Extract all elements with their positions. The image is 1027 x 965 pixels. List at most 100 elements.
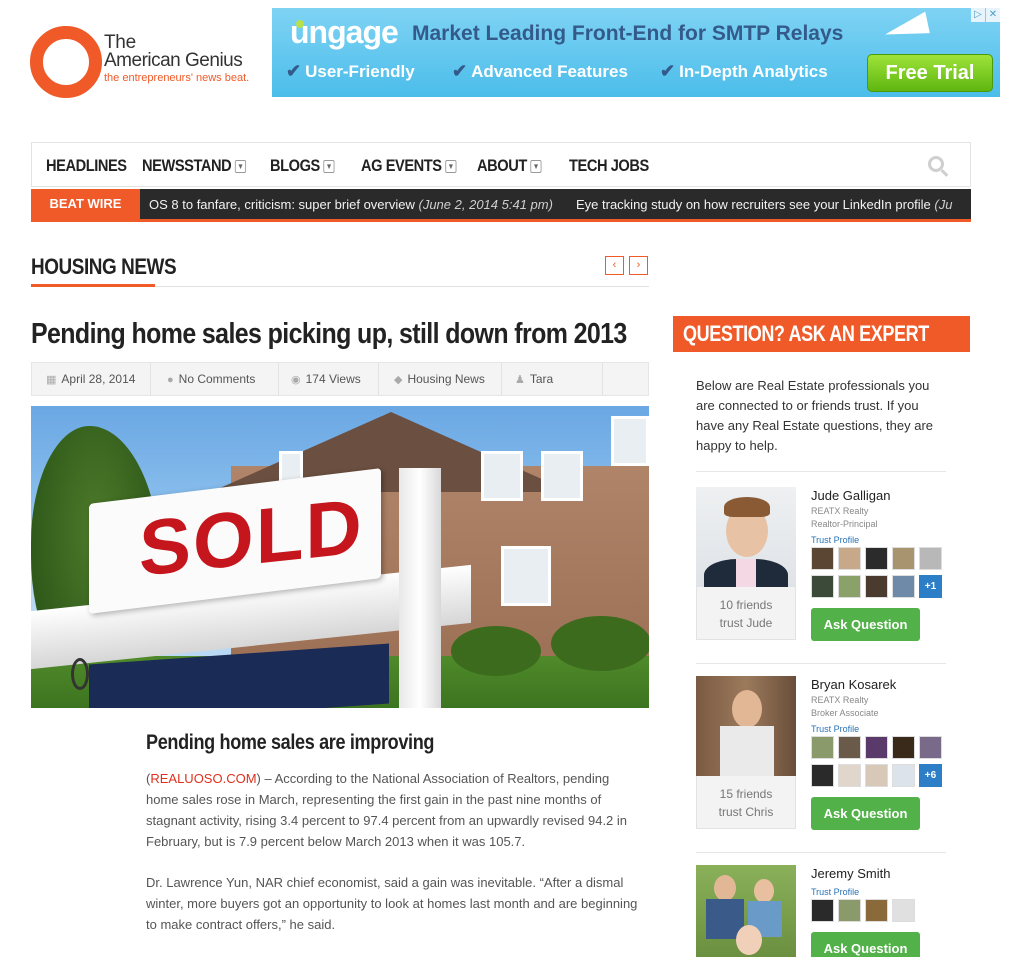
meta-author[interactable]: ♟Tara Steele	[503, 363, 603, 419]
more-friends-badge[interactable]: +6	[919, 764, 942, 787]
trust-profile-link[interactable]: Trust Profile	[811, 535, 859, 545]
friend-avatar[interactable]	[838, 764, 861, 787]
agent-name[interactable]: Jude Galligan	[811, 488, 891, 503]
beat-wire-item[interactable]: OS 8 to fanfare, criticism: super brief …	[149, 197, 553, 212]
meta-views: ◉ 174 Views	[279, 363, 379, 395]
friend-avatar[interactable]	[865, 764, 888, 787]
site-logo-ring[interactable]	[30, 26, 102, 98]
friend-avatar[interactable]	[892, 547, 915, 570]
window-graphic	[481, 451, 523, 501]
friend-avatar[interactable]	[838, 736, 861, 759]
friend-avatar[interactable]	[892, 575, 915, 598]
chevron-down-icon[interactable]: ▼	[323, 160, 335, 174]
sidebar-intro: Below are Real Estate professionals you …	[696, 378, 934, 453]
more-friends-badge[interactable]: +1	[919, 575, 942, 598]
sign-chain	[71, 658, 89, 690]
agent-photo[interactable]	[696, 676, 796, 776]
nav-item-about[interactable]: ABOUT ▼	[477, 156, 542, 176]
friend-avatar[interactable]	[811, 547, 834, 570]
friend-avatar[interactable]	[838, 547, 861, 570]
article-meta-bar: ▦ April 28, 2014 ● No Comments ◉ 174 Views …	[31, 362, 649, 419]
nav-item-tech-jobs[interactable]: TECH JOBS	[569, 156, 649, 176]
face-graphic	[732, 690, 762, 728]
ask-question-button[interactable]: Ask Question	[811, 932, 920, 957]
nav-item-newsstand[interactable]: NEWSSTAND ▼	[142, 156, 246, 176]
agent-name[interactable]: Bryan Kosarek	[811, 677, 896, 692]
ad-brand: ungage	[290, 14, 399, 50]
hair-graphic	[724, 497, 770, 517]
ad-close-icon[interactable]: ✕	[986, 8, 1000, 22]
agent-name[interactable]: Jeremy Smith	[811, 866, 890, 881]
search-icon[interactable]	[928, 156, 944, 172]
agent-photo[interactable]	[696, 487, 796, 587]
bush-graphic	[551, 616, 649, 671]
ad-brand-dot-icon	[296, 20, 304, 28]
next-arrow-button[interactable]: ›	[629, 256, 648, 275]
ad-free-trial-button[interactable]: Free Trial	[867, 54, 993, 92]
friend-avatar[interactable]	[811, 899, 834, 922]
ask-question-button[interactable]: Ask Question	[811, 797, 920, 830]
chevron-down-icon[interactable]: ▼	[234, 160, 246, 174]
prev-arrow-button[interactable]: ‹	[605, 256, 624, 275]
shirt-graphic	[736, 559, 756, 587]
checkmark-icon: ✔	[286, 61, 302, 81]
friend-avatar[interactable]	[865, 575, 888, 598]
divider	[696, 471, 946, 472]
chevron-down-icon[interactable]: ▼	[530, 160, 542, 174]
nav-item-headlines[interactable]: HEADLINES	[46, 156, 127, 176]
meta-date: ▦ April 28, 2014	[32, 363, 151, 395]
checkmark-icon: ✔	[660, 61, 676, 81]
friend-avatar[interactable]	[811, 575, 834, 598]
friend-avatar[interactable]	[892, 899, 915, 922]
friend-avatar[interactable]	[811, 736, 834, 759]
ad-banner[interactable]: ungage Market Leading Front-End for SMTP…	[272, 8, 1000, 97]
friend-avatar[interactable]	[865, 899, 888, 922]
friend-avatar[interactable]	[892, 764, 915, 787]
article-title[interactable]: Pending home sales picking up, still dow…	[31, 318, 627, 351]
friend-avatar[interactable]	[811, 764, 834, 787]
friend-avatar[interactable]	[865, 547, 888, 570]
article-hero-image[interactable]: SOLD	[31, 406, 649, 708]
logo-title-line2[interactable]: American Genius	[104, 51, 243, 71]
trust-profile-link[interactable]: Trust Profile	[811, 724, 859, 734]
ad-info-icon[interactable]: ▷	[971, 8, 985, 22]
friend-avatar[interactable]	[919, 547, 942, 570]
beat-wire-item[interactable]: Eye tracking study on how recruiters see…	[576, 197, 952, 212]
nav-item-blogs[interactable]: BLOGS ▼	[270, 156, 335, 176]
friends-count: 15 friends trust Chris	[718, 787, 774, 819]
eye-icon: ◉	[291, 374, 301, 386]
friend-avatar[interactable]	[865, 736, 888, 759]
friend-avatar[interactable]	[892, 736, 915, 759]
trust-profile-link[interactable]: Trust Profile	[811, 887, 859, 897]
source-link[interactable]: REALUOSO.COM	[150, 771, 256, 786]
window-graphic	[611, 416, 649, 466]
beat-wire-label: BEAT WIRE	[31, 189, 140, 219]
agent-company: REATX Realty	[811, 506, 869, 516]
ad-feature-3: ✔ In-Depth Analytics	[660, 61, 828, 81]
chevron-down-icon[interactable]: ▼	[445, 160, 457, 174]
checkmark-icon: ✔	[452, 61, 468, 81]
agent-role: Broker Associate	[811, 708, 879, 718]
ask-question-button[interactable]: Ask Question	[811, 608, 920, 641]
friend-avatar[interactable]	[919, 736, 942, 759]
ad-title: Market Leading Front-End for SMTP Relays	[412, 22, 844, 45]
paper-plane-icon	[882, 11, 930, 43]
friend-avatar[interactable]	[838, 899, 861, 922]
face-graphic	[754, 879, 774, 903]
friend-avatar[interactable]	[838, 575, 861, 598]
main-nav: HEADLINES NEWSSTAND ▼ BLOGS ▼ AG EVENTS ▼ A…	[31, 142, 971, 187]
article-subheading: Pending home sales are improving	[146, 731, 435, 754]
meta-comments[interactable]: ● No Comments	[155, 363, 279, 395]
ad-feature-1: ✔ User-Friendly	[286, 61, 415, 81]
jacket-graphic	[720, 726, 774, 776]
sign-post	[399, 468, 441, 708]
agent-photo[interactable]	[696, 865, 796, 957]
face-graphic	[736, 925, 762, 955]
window-graphic	[541, 451, 583, 501]
beat-wire-ticker: BEAT WIRE OS 8 to fanfare, criticism: su…	[31, 189, 971, 222]
friends-count: 10 friends trust Jude	[719, 598, 773, 630]
nav-item-ag-events[interactable]: AG EVENTS ▼	[361, 156, 457, 176]
article-paragraph: (REALUOSO.COM) – According to the Nation…	[146, 771, 628, 849]
article-paragraph: Dr. Lawrence Yun, NAR chief economist, s…	[146, 875, 638, 932]
meta-category[interactable]: ◆ Housing News	[382, 363, 502, 395]
